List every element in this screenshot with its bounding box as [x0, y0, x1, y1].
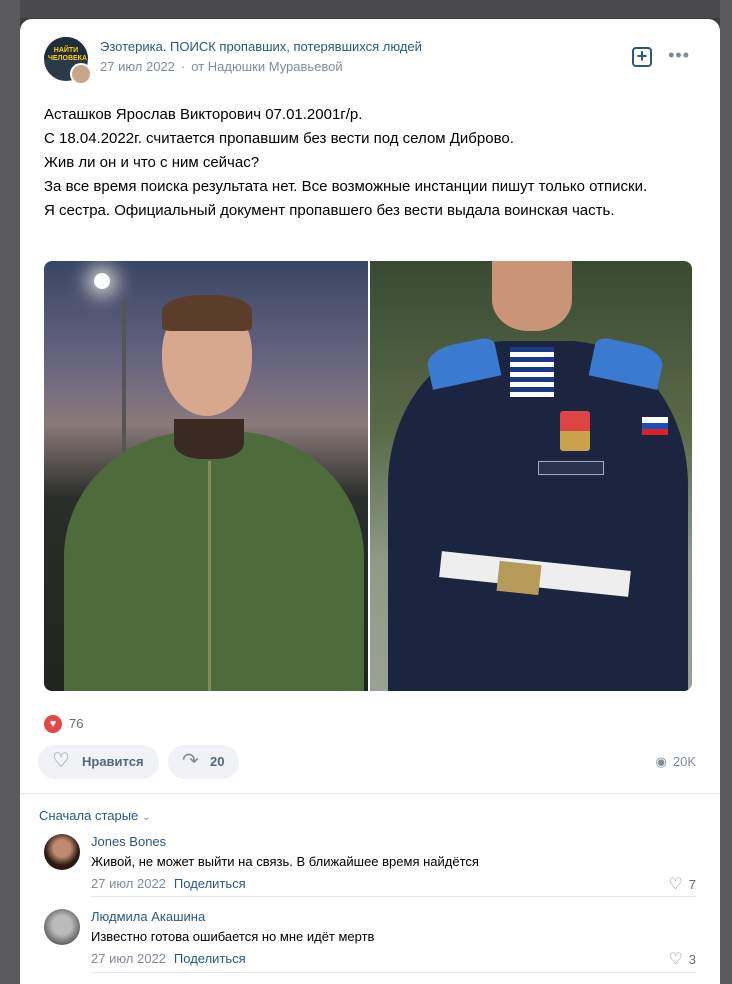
heart-icon: ♡ — [52, 750, 70, 772]
subscribe-plus-icon[interactable]: + — [632, 47, 652, 67]
belt-buckle — [496, 560, 542, 596]
post-actions: ♡ Нравится ↷ 20 ◉ 20K — [38, 745, 702, 779]
comment-likes-count: 3 — [688, 952, 696, 967]
comment-author[interactable]: Jones Bones — [91, 834, 166, 849]
divider — [20, 793, 720, 794]
post-text: Асташков Ярослав Викторович 07.01.2001г/… — [44, 103, 694, 223]
post-header: НАЙТИ ЧЕЛОВЕКА Эзотерика. ПОИСК пропавши… — [44, 37, 696, 87]
shirt-collar — [174, 419, 244, 459]
chevron-down-icon: ⌄ — [142, 812, 151, 823]
jacket-zipper — [208, 461, 211, 691]
name-tag — [538, 461, 604, 475]
comment-date[interactable]: 27 июл 2022 — [91, 876, 166, 891]
hair — [162, 295, 252, 331]
medal — [560, 411, 590, 451]
comment-meta: 27 июл 2022 Поделиться — [91, 951, 246, 966]
post-text-line: Асташков Ярослав Викторович 07.01.2001г/… — [44, 106, 363, 123]
post-author-from[interactable]: от Надюшки Муравьевой — [191, 59, 342, 74]
background-topbar — [0, 0, 732, 18]
share-arrow-icon: ↷ — [182, 750, 199, 772]
group-avatar-text: НАЙТИ ЧЕЛОВЕКА — [48, 47, 87, 62]
heart-icon: ♡ — [668, 876, 683, 893]
post-modal: НАЙТИ ЧЕЛОВЕКА Эзотерика. ПОИСК пропавши… — [20, 19, 720, 984]
green-jacket — [64, 431, 364, 691]
face — [492, 261, 572, 331]
comment-like-button[interactable]: ♡ 3 — [668, 949, 696, 969]
post-photo-left[interactable] — [44, 261, 368, 691]
comment-text: Живой, не может выйти на связь. В ближай… — [91, 854, 479, 869]
post-photo-right[interactable] — [370, 261, 692, 691]
background-right-strip — [720, 0, 732, 984]
comment-date[interactable]: 27 июл 2022 — [91, 951, 166, 966]
comment-meta: 27 июл 2022 Поделиться — [91, 876, 246, 891]
post-date[interactable]: 27 июл 2022 — [100, 59, 175, 74]
comment-avatar[interactable] — [44, 909, 80, 945]
share-button[interactable]: ↷ 20 — [168, 745, 239, 779]
background-left-strip — [0, 0, 20, 984]
comment-share-link[interactable]: Поделиться — [174, 951, 246, 966]
post-text-line: Я сестра. Официальный документ пропавшег… — [44, 202, 615, 219]
comment-share-link[interactable]: Поделиться — [174, 876, 246, 891]
meta-separator: · — [180, 59, 186, 74]
comment-avatar[interactable] — [44, 834, 80, 870]
like-button[interactable]: ♡ Нравится — [38, 745, 159, 779]
eye-icon: ◉ — [655, 754, 667, 769]
heart-reaction-icon: ♥ — [44, 715, 62, 733]
post-text-line: С 18.04.2022г. считается пропавшим без в… — [44, 130, 514, 147]
post-meta: 27 июл 2022 · от Надюшки Муравьевой — [100, 59, 343, 74]
like-label: Нравится — [82, 754, 144, 769]
sort-label: Сначала старые — [39, 808, 139, 823]
comment-likes-count: 7 — [688, 877, 696, 892]
comment-text: Известно готова ошибается но мне идёт ме… — [91, 929, 375, 944]
striped-undershirt — [510, 347, 554, 397]
reactions-count: 76 — [69, 716, 84, 731]
group-name-link[interactable]: Эзотерика. ПОИСК пропавших, потерявшихся… — [100, 39, 422, 54]
views-count: 20K — [672, 754, 696, 769]
comment-author[interactable]: Людмила Акашина — [91, 909, 205, 924]
comment-like-button[interactable]: ♡ 7 — [668, 874, 696, 894]
post-text-line: За все время поиска результата нет. Все … — [44, 178, 648, 195]
comments-sort-dropdown[interactable]: Сначала старые ⌄ — [39, 808, 151, 823]
comment-divider — [91, 972, 696, 973]
heart-icon: ♡ — [668, 951, 683, 968]
share-count: 20 — [210, 754, 225, 769]
street-lamp-light — [94, 273, 110, 289]
comment-divider — [91, 896, 696, 897]
views-counter: ◉ 20K — [656, 754, 696, 770]
more-options-icon[interactable]: ••• — [668, 45, 690, 66]
author-avatar[interactable] — [70, 63, 92, 85]
russian-flag-patch — [642, 417, 668, 435]
post-text-line: Жив ли он и что с ним сейчас? — [44, 154, 260, 171]
